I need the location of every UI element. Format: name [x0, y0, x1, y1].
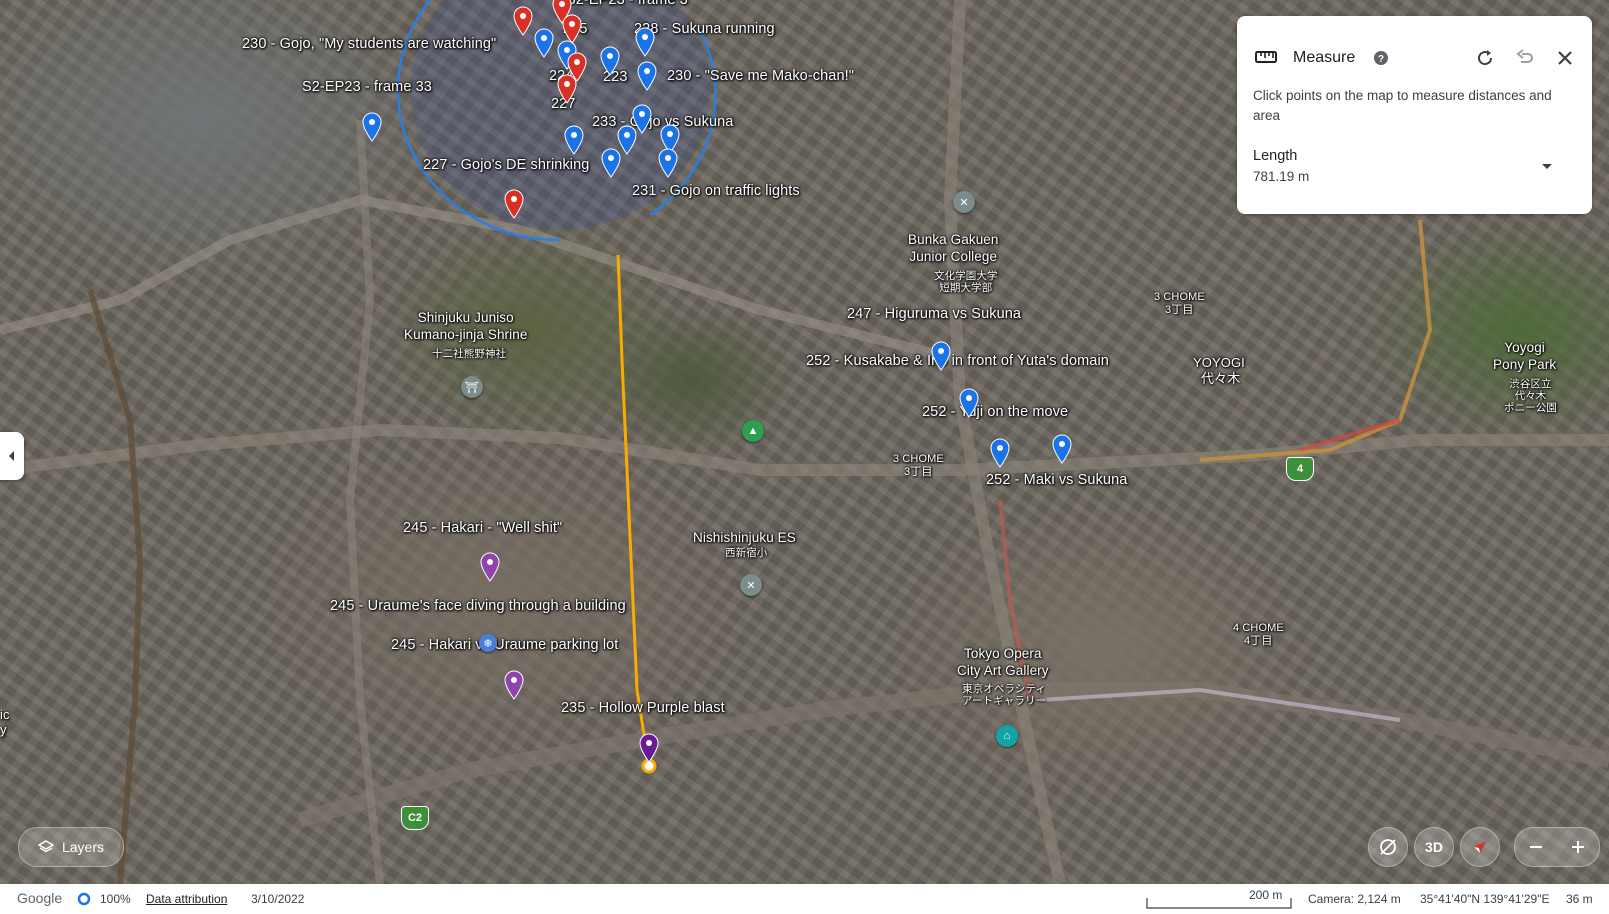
- red-pin-icon[interactable]: [512, 6, 534, 36]
- area-label-3-chome-jp: 3丁目: [1165, 304, 1194, 316]
- blue-pin-icon[interactable]: [599, 46, 621, 76]
- placemark-label[interactable]: 230 - "Save me Mako-chan!": [667, 68, 854, 84]
- help-icon[interactable]: ?: [1373, 50, 1389, 66]
- placemark-label[interactable]: S2-EP23 - frame 3: [566, 0, 688, 8]
- school-icon[interactable]: ✕: [953, 191, 975, 213]
- placemark-label[interactable]: 245 - Hakari - "Well shit": [403, 520, 562, 536]
- poi-label-opera-city-jp: 東京オペラシティ アートギャラリー: [962, 683, 1047, 707]
- tilt-toggle-button[interactable]: [1368, 827, 1408, 867]
- units-dropdown-arrow-icon[interactable]: [1537, 159, 1557, 173]
- zoom-controls: [1514, 827, 1600, 867]
- close-icon[interactable]: [1555, 48, 1575, 68]
- layers-button[interactable]: Layers: [18, 827, 124, 867]
- area-label-3-chome: 3 CHOME: [1154, 291, 1205, 303]
- placemark-label[interactable]: 247 - Higuruma vs Sukuna: [847, 306, 1021, 322]
- route-c2-shield: C2: [401, 806, 429, 830]
- placemark-label[interactable]: 252 - Maki vs Sukuna: [986, 472, 1127, 488]
- museum-icon[interactable]: ⌂: [996, 725, 1018, 747]
- area-label-4-chome: 4 CHOME: [1233, 622, 1284, 634]
- cursor-coordinates: 35°41'40"N 139°41'29"E: [1420, 892, 1550, 906]
- blue-pin-icon[interactable]: [989, 438, 1011, 468]
- placemark-label[interactable]: 230 - Gojo, "My students are watching": [242, 36, 496, 52]
- blue-pin-icon[interactable]: [930, 341, 952, 371]
- 3d-toggle-button[interactable]: 3D: [1414, 827, 1454, 867]
- cut-off-label: ic y: [0, 707, 10, 737]
- placemark-label[interactable]: 245 - Uraume's face diving through a bui…: [330, 598, 626, 614]
- poi-label-nishishinjuku[interactable]: Nishishinjuku ES: [693, 529, 796, 546]
- poi-label-yoyogi-pony-park-jp: 渋谷区立 代々木 ポニー公園: [1504, 378, 1557, 414]
- length-value: 781.19 m: [1253, 169, 1310, 184]
- 3d-label: 3D: [1425, 839, 1443, 855]
- undo-icon[interactable]: [1515, 48, 1535, 68]
- loading-ring-icon: [77, 892, 91, 906]
- blue-pin-icon[interactable]: [361, 112, 383, 142]
- purple-pin-icon[interactable]: [638, 733, 660, 763]
- zoom-in-button[interactable]: [1557, 828, 1599, 866]
- placemark-label[interactable]: 235 - Hollow Purple blast: [561, 700, 725, 716]
- blue-pin-icon[interactable]: [634, 27, 656, 57]
- length-label: Length: [1253, 148, 1298, 164]
- measure-panel: Measure ? Click points on the map to mea…: [1237, 16, 1592, 214]
- zoom-out-button[interactable]: [1515, 828, 1557, 866]
- snowflake-icon[interactable]: ❄: [479, 634, 497, 652]
- placemark-label[interactable]: 252 - Kusakabe & Ino in front of Yuta's …: [806, 353, 1109, 369]
- measure-title: Measure: [1293, 49, 1356, 66]
- area-label-yoyogi-jp: 代々木: [1201, 371, 1241, 386]
- svg-text:?: ?: [1378, 54, 1384, 65]
- google-logo: Google: [17, 890, 63, 906]
- layers-label: Layers: [61, 839, 105, 855]
- load-percent: 100%: [100, 892, 131, 906]
- area-label-3-chome: 3 CHOME: [893, 453, 944, 465]
- area-label-yoyogi: YOYOGI: [1193, 355, 1245, 370]
- blue-pin-icon[interactable]: [636, 61, 658, 91]
- elevation: 36 m: [1566, 892, 1593, 906]
- compass-button[interactable]: [1460, 827, 1500, 867]
- expand-side-panel-button[interactable]: [0, 432, 24, 480]
- placemark-label[interactable]: 227 - Gojo's DE shrinking: [423, 157, 589, 173]
- blue-pin-icon[interactable]: [657, 148, 679, 178]
- plus-icon: [1572, 841, 1584, 853]
- data-attribution-link[interactable]: Data attribution: [146, 892, 227, 906]
- placemark-label[interactable]: 252 - Yuji on the move: [922, 404, 1068, 420]
- route-4-shield: 4: [1286, 457, 1314, 481]
- poi-label-opera-city[interactable]: Tokyo Opera City Art Gallery: [957, 645, 1049, 679]
- red-pin-icon[interactable]: [561, 14, 583, 44]
- blue-pin-icon[interactable]: [563, 125, 585, 155]
- park-tree-icon[interactable]: ▲: [742, 420, 764, 442]
- measure-description: Click points on the map to measure dista…: [1253, 88, 1552, 123]
- poi-label-yoyogi-pony-park[interactable]: Yoyogi Pony Park: [1493, 339, 1556, 373]
- purple-pin-icon[interactable]: [479, 552, 501, 582]
- school-icon[interactable]: ✕: [740, 574, 762, 596]
- blue-pin-icon[interactable]: [600, 148, 622, 178]
- placemark-label[interactable]: 231 - Gojo on traffic lights: [632, 183, 800, 199]
- area-label-4-chome-jp: 4丁目: [1244, 635, 1273, 647]
- ruler-icon: [1255, 51, 1277, 63]
- refresh-icon[interactable]: [1475, 48, 1495, 68]
- poi-label-shrine[interactable]: Shinjuku Juniso Kumano-jinja Shrine: [404, 309, 527, 343]
- area-label-3-chome-jp: 3丁目: [904, 466, 933, 478]
- red-pin-icon[interactable]: [503, 189, 525, 219]
- purple-pin-icon[interactable]: [503, 670, 525, 700]
- chevron-left-icon: [9, 451, 14, 461]
- blue-pin-icon[interactable]: [958, 388, 980, 418]
- poi-label-nishishinjuku-jp: 西新宿小: [725, 547, 768, 559]
- poi-label-shrine-jp: 十二社熊野神社: [432, 348, 507, 360]
- layers-icon: [37, 840, 54, 853]
- imagery-date: 3/10/2022: [251, 892, 305, 906]
- poi-label-bunka[interactable]: Bunka Gakuen Junior College: [908, 231, 999, 265]
- scale-label: 200 m: [1249, 888, 1283, 902]
- camera-altitude: Camera: 2,124 m: [1308, 892, 1401, 906]
- status-bar: Google 100% Data attribution 3/10/2022 2…: [0, 884, 1609, 914]
- placemark-label[interactable]: S2-EP23 - frame 33: [302, 79, 432, 95]
- red-pin-icon[interactable]: [556, 74, 578, 104]
- tilt-off-icon: [1380, 839, 1396, 855]
- poi-label-bunka-jp: 文化学園大学 短期大学部: [934, 270, 998, 294]
- minus-icon: [1530, 846, 1542, 848]
- compass-icon: [1474, 841, 1486, 853]
- blue-pin-icon[interactable]: [533, 28, 555, 58]
- shrine-icon[interactable]: ⛩: [461, 376, 483, 398]
- placemark-label[interactable]: 245 - Hakari vs Uraume parking lot: [391, 637, 618, 653]
- blue-pin-icon[interactable]: [1051, 434, 1073, 464]
